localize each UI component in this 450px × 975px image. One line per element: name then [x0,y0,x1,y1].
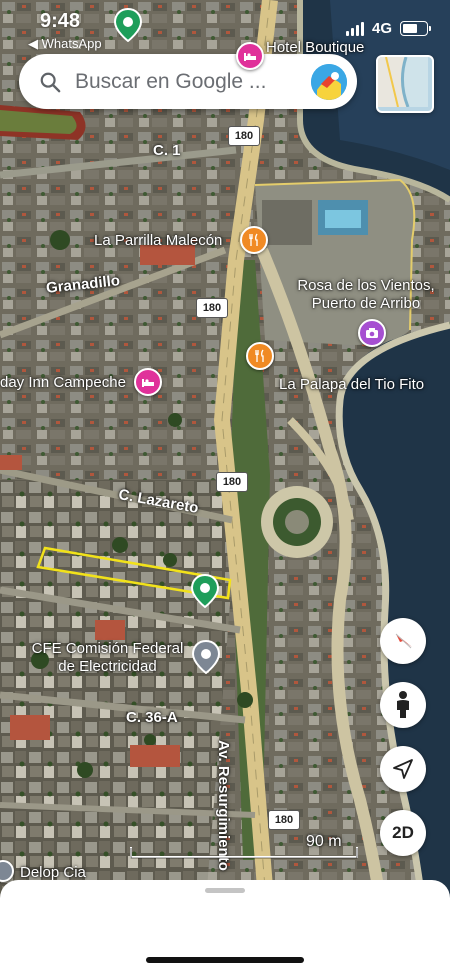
hotel-poi-icon[interactable] [134,368,162,396]
street-label-c36a: C. 36-A [126,709,178,726]
street-label-c1: C. 1 [153,142,181,159]
navigation-arrow-icon [393,759,413,779]
location-pin-icon[interactable] [114,8,142,42]
compass-button[interactable] [380,618,426,664]
restaurant-poi-icon[interactable] [240,226,268,254]
view-mode-2d-button[interactable]: 2D [380,810,426,856]
map-layers-button[interactable] [376,55,434,113]
camera-poi-icon[interactable] [358,319,386,347]
avatar[interactable] [311,63,347,100]
status-time: 9:48 [40,10,81,32]
poi-label-la-parrilla[interactable]: La Parrilla Malecón [94,232,222,250]
restaurant-poi-icon[interactable] [246,342,274,370]
map-thumbnail-icon [378,57,428,108]
poi-label-holiday-inn[interactable]: day Inn Campeche [0,374,126,392]
street-view-button[interactable] [380,682,426,728]
poi-label-hotel-boutique[interactable]: Hotel Boutique [266,39,364,57]
back-to-app-link[interactable]: ◀ WhatsApp [28,36,102,52]
home-indicator[interactable] [146,957,304,963]
search-icon [40,72,61,92]
highway-shield-180: 180 [216,472,248,492]
highway-shield-180: 180 [228,126,260,146]
network-type: 4G [371,20,392,37]
hotel-poi-icon[interactable] [236,42,264,70]
my-location-button[interactable] [380,746,426,792]
search-bar[interactable]: Buscar en Google ... [19,54,357,109]
status-indicators: 4G [345,20,431,37]
account-avatar-icon [311,63,347,100]
pegman-icon [397,691,409,718]
poi-label-line-1: Rosa de los Vientos, [297,277,435,294]
highway-shield-180: 180 [196,298,228,318]
compass-icon [395,633,412,649]
sheet-drag-handle[interactable] [205,888,245,893]
poi-label-line-1: CFE Comisión Federal [31,640,184,657]
cellular-signal-icon [345,21,364,36]
selected-location-pin-icon[interactable] [191,574,219,608]
poi-label-rosa-de-los-vientos[interactable]: Rosa de los Vientos, Puerto de Arribo [296,277,436,313]
poi-label-la-palapa[interactable]: La Palapa del Tio Fito [279,376,424,394]
search-input[interactable]: Buscar en Google ... [75,70,311,94]
scale-bar [130,847,358,859]
poi-label-line-2: Puerto de Arribo [311,295,421,312]
highway-shield-180: 180 [268,810,300,830]
business-pin-icon[interactable] [192,640,220,674]
poi-label-cfe[interactable]: CFE Comisión Federal de Electricidad [20,640,195,676]
battery-icon [400,21,431,36]
poi-label-line-2: de Electricidad [58,658,157,675]
